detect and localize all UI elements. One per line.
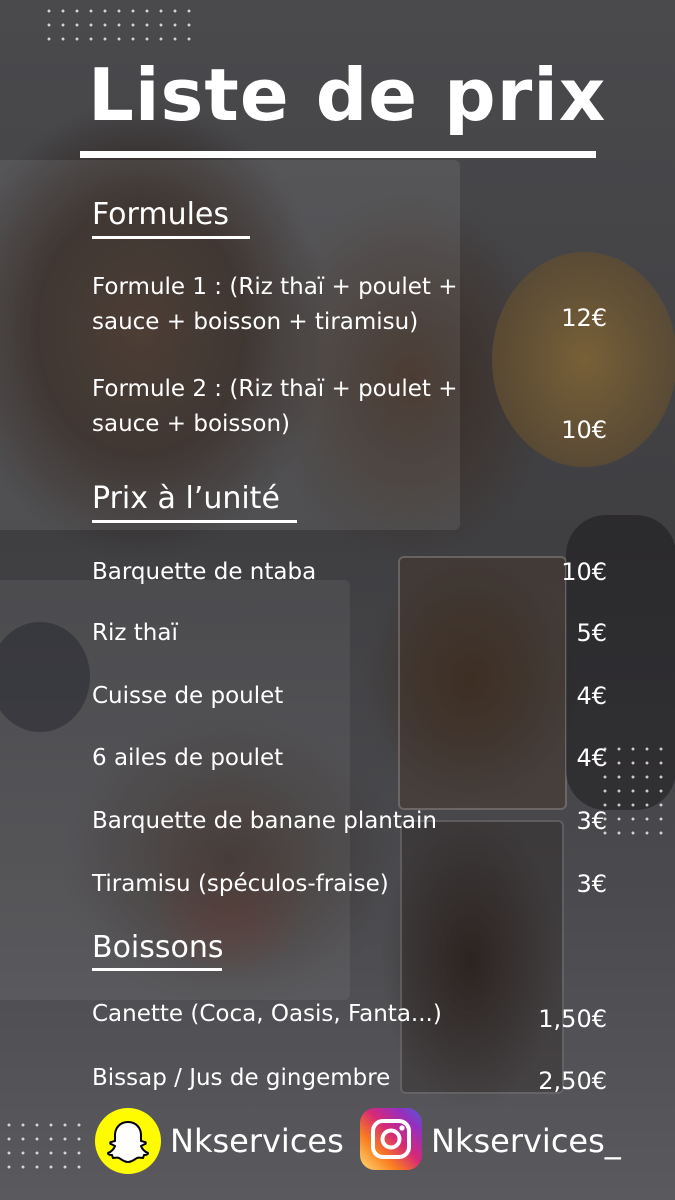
page-title: Liste de prix	[88, 53, 607, 137]
unit-item-label: Barquette de ntaba	[92, 559, 317, 585]
unit-item-label: Cuisse de poulet	[92, 683, 284, 709]
drink-item-price: 1,50€	[538, 1005, 607, 1033]
dot-pattern-top	[42, 4, 196, 42]
section-heading-prix-unite: Prix à l’unité	[92, 481, 280, 516]
formule-2-label-line-1: Formule 2 : (Riz thaï + poulet +	[92, 376, 458, 402]
formule-1-price: 12€	[561, 304, 607, 332]
drink-item-price: 2,50€	[538, 1067, 607, 1095]
formule-1-label-line-2: sauce + boisson + tiramisu)	[92, 309, 419, 335]
section-underline-boissons	[92, 968, 222, 971]
instagram-icon[interactable]	[360, 1108, 422, 1170]
unit-item-price: 4€	[576, 744, 607, 772]
snapchat-icon[interactable]	[95, 1108, 161, 1174]
section-heading-formules: Formules	[92, 197, 230, 232]
section-heading-boissons: Boissons	[92, 930, 224, 965]
plantain-tray	[398, 556, 567, 810]
ntaba-tray	[400, 820, 564, 1094]
unit-item-label: Barquette de banane plantain	[92, 808, 437, 834]
section-underline-formules	[92, 236, 250, 239]
formule-2-price: 10€	[561, 416, 607, 444]
drink-item-label: Canette (Coca, Oasis, Fanta...)	[92, 1001, 442, 1027]
drink-item-label: Bissap / Jus de gingembre	[92, 1065, 391, 1091]
unit-item-label: Riz thaï	[92, 620, 178, 646]
unit-item-price: 5€	[576, 619, 607, 647]
unit-item-price: 3€	[576, 870, 607, 898]
snapchat-handle[interactable]: Nkservices	[170, 1122, 344, 1160]
section-underline-prix-unite	[92, 520, 297, 523]
title-underline	[80, 151, 596, 158]
unit-item-label: Tiramisu (spéculos-fraise)	[92, 871, 389, 897]
dot-pattern-right	[598, 742, 668, 840]
unit-item-label: 6 ailes de poulet	[92, 745, 284, 771]
chicken-plate	[0, 160, 460, 530]
unit-item-price: 4€	[576, 682, 607, 710]
unit-item-price: 10€	[561, 558, 607, 586]
price-list-poster: Liste de prix Formules Formule 1 : (Riz …	[0, 0, 675, 1200]
instagram-handle[interactable]: Nkservices_	[431, 1122, 621, 1160]
formule-1-label-line-1: Formule 1 : (Riz thaï + poulet +	[92, 274, 458, 300]
dot-pattern-bottom	[2, 1118, 86, 1174]
unit-item-price: 3€	[576, 807, 607, 835]
formule-2-label-line-2: sauce + boisson)	[92, 411, 290, 437]
